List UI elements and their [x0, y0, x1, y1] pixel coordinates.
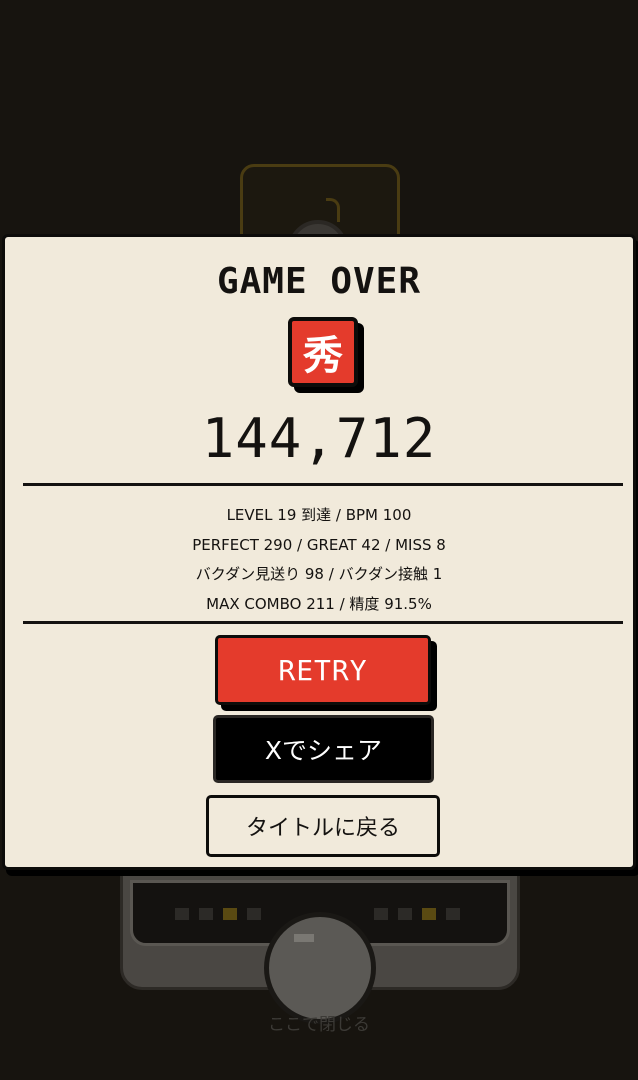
- game-over-title: GAME OVER: [216, 261, 422, 302]
- dial-marker: [294, 934, 314, 942]
- indicator-light: [223, 908, 237, 920]
- grade-badge: 秀: [288, 317, 358, 387]
- share-on-x-button[interactable]: Xでシェア: [213, 715, 434, 783]
- stat-bombs: バクダン見送り 98 / バクダン接触 1: [195, 565, 443, 583]
- indicator-light: [398, 908, 412, 920]
- indicator-light: [422, 908, 436, 920]
- indicator-light: [374, 908, 388, 920]
- bomb-fuse-icon: [326, 198, 340, 222]
- retry-button[interactable]: RETRY: [215, 635, 431, 705]
- game-over-modal: GAME OVER 秀 144,712 LEVEL 19 到達 / BPM 10…: [2, 234, 636, 870]
- grade-label: 秀: [303, 333, 343, 379]
- indicator-light: [175, 908, 189, 920]
- back-to-title-button[interactable]: タイトルに戻る: [206, 795, 440, 857]
- stats-list: LEVEL 19 到達 / BPM 100 PERFECT 290 / GREA…: [5, 501, 633, 619]
- indicator-light: [199, 908, 213, 920]
- stat-level-bpm: LEVEL 19 到達 / BPM 100: [226, 506, 412, 524]
- dial-knob: [264, 912, 376, 1024]
- stat-combo-accuracy: MAX COMBO 211 / 精度 91.5%: [206, 594, 432, 613]
- divider: [23, 483, 623, 486]
- close-hint: ここで閉じる: [268, 1015, 370, 1035]
- final-score: 144,712: [201, 407, 437, 470]
- stat-judgements: PERFECT 290 / GREAT 42 / MISS 8: [192, 535, 446, 554]
- indicator-light: [247, 908, 261, 920]
- indicator-light: [446, 908, 460, 920]
- divider: [23, 621, 623, 624]
